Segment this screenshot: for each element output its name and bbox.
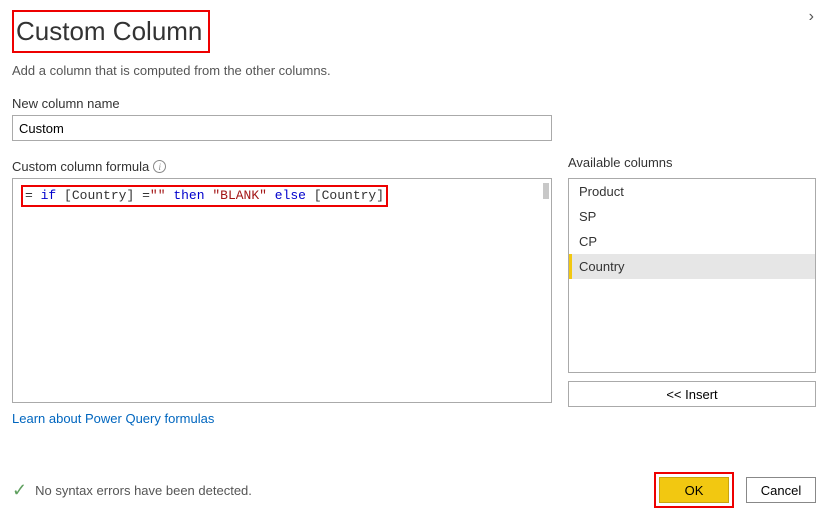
status-message: No syntax errors have been detected.: [35, 483, 252, 498]
info-icon[interactable]: i: [153, 160, 166, 173]
insert-button[interactable]: << Insert: [568, 381, 816, 407]
learn-link[interactable]: Learn about Power Query formulas: [12, 411, 214, 426]
dialog-title: Custom Column: [12, 10, 210, 53]
column-item-product[interactable]: Product: [569, 179, 815, 204]
column-item-country[interactable]: Country: [569, 254, 815, 279]
chevron-right-icon[interactable]: ›: [809, 8, 814, 26]
new-column-name-label: New column name: [12, 96, 816, 111]
dialog-subtitle: Add a column that is computed from the o…: [12, 63, 816, 78]
formula-editor[interactable]: = if [Country] ="" then "BLANK" else [Co…: [12, 178, 552, 403]
available-columns-list[interactable]: Product SP CP Country: [568, 178, 816, 373]
status-row: ✓ No syntax errors have been detected.: [12, 481, 252, 499]
formula-label: Custom column formula: [12, 159, 149, 174]
check-icon: ✓: [12, 481, 27, 499]
ok-button[interactable]: OK: [659, 477, 729, 503]
new-column-name-input[interactable]: [12, 115, 552, 141]
column-item-cp[interactable]: CP: [569, 229, 815, 254]
scrollbar-thumb[interactable]: [543, 183, 549, 199]
ok-highlight: OK: [654, 472, 734, 508]
formula-text: = if [Country] ="" then "BLANK" else [Co…: [21, 185, 388, 207]
column-item-sp[interactable]: SP: [569, 204, 815, 229]
available-columns-label: Available columns: [568, 155, 816, 170]
cancel-button[interactable]: Cancel: [746, 477, 816, 503]
